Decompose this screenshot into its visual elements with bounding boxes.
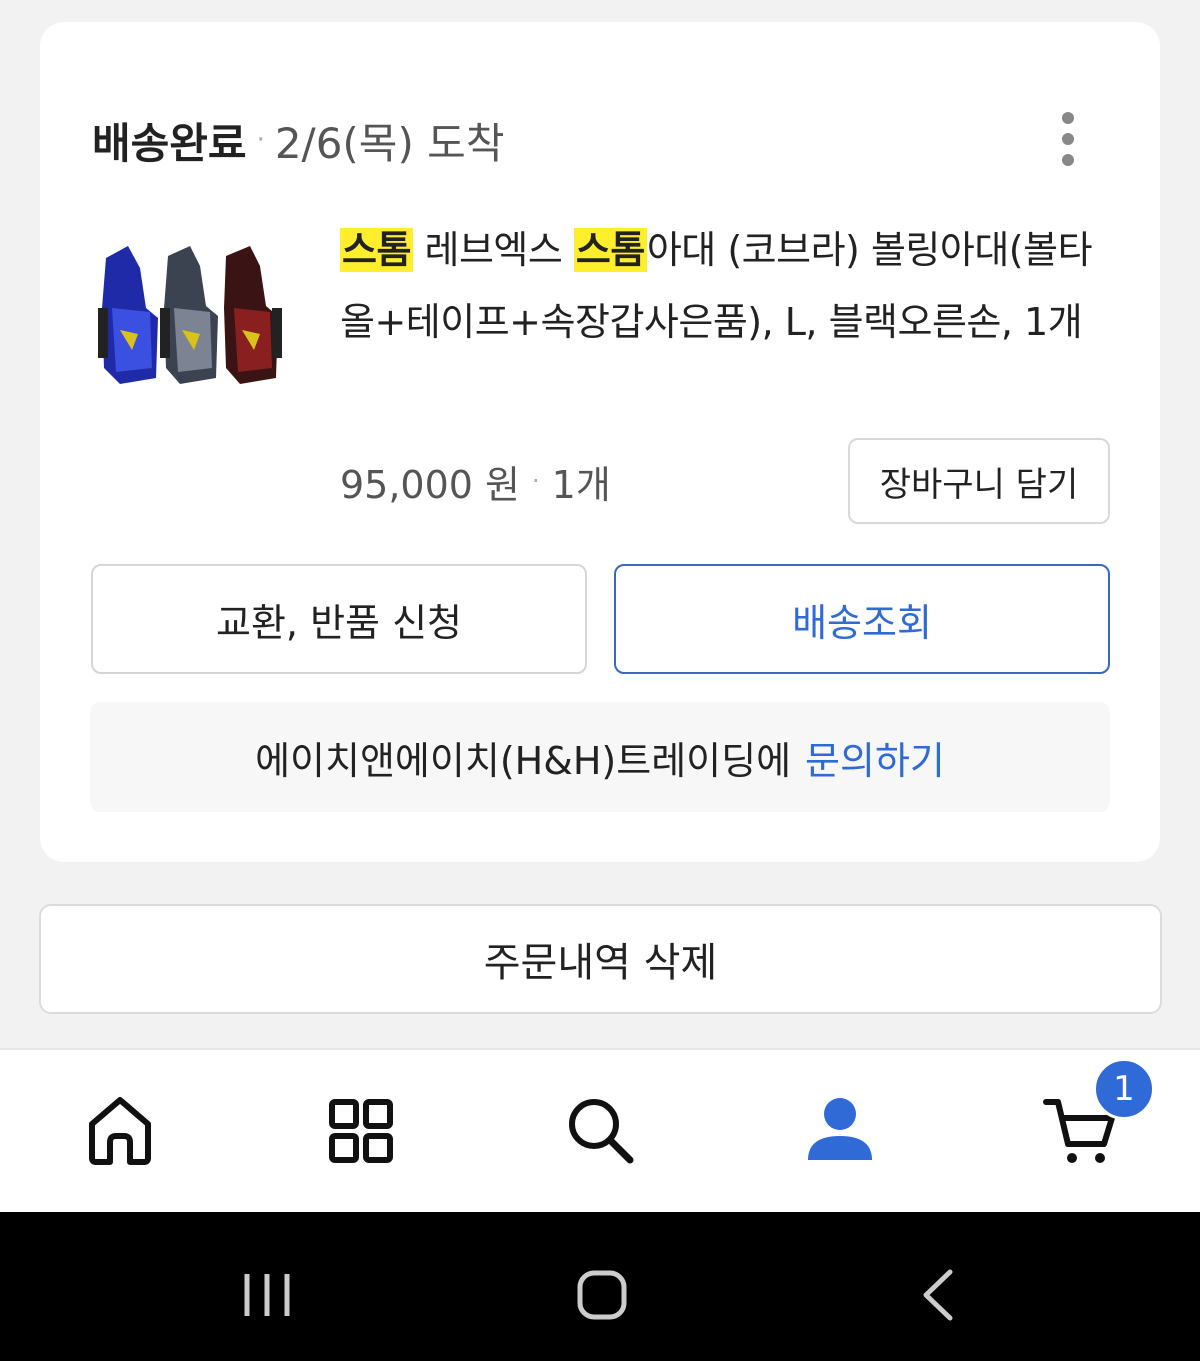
category-grid-icon[interactable] [320,1090,400,1170]
price-separator: · [532,467,540,495]
wrist-support-blue [98,246,158,384]
home-button-icon[interactable] [567,1260,637,1330]
delete-order-button[interactable]: 주문내역 삭제 [39,904,1162,1014]
track-delivery-button[interactable]: 배송조회 [614,564,1110,674]
inquiry-link[interactable]: 문의하기 [805,730,945,785]
recent-apps-icon[interactable] [232,1260,302,1330]
highlight-keyword: 스톰 [573,228,647,272]
cart-count-badge: 1 [1093,1058,1155,1120]
delivery-status: 배송완료 [92,118,247,168]
price: 95,000 원 [340,462,521,507]
exchange-return-button[interactable]: 교환, 반품 신청 [91,564,587,674]
seller-inquiry[interactable]: 에이치앤에이치(H&H)트레이딩에 문의하기 [90,702,1110,812]
system-navigation-bar [0,1212,1200,1361]
home-icon[interactable] [80,1090,160,1170]
price-row: 95,000 원 · 1개 [340,454,611,508]
product-image[interactable] [94,238,290,398]
more-vertical-icon[interactable] [1056,112,1080,166]
arrival-date: 2/6(목) 도착 [274,118,505,168]
wrist-support-silver [160,246,218,384]
highlight-keyword: 스톰 [340,228,413,272]
search-icon[interactable] [560,1090,640,1170]
add-to-cart-button[interactable]: 장바구니 담기 [848,438,1110,524]
product-title[interactable]: 스톰 레브엑스 스톰아대 (코브라) 볼링아대(볼타올+테이프+속장갑사은품),… [340,214,1110,358]
status-separator: · [256,125,265,155]
quantity: 1개 [551,462,611,507]
back-icon[interactable] [904,1260,974,1330]
bottom-nav [0,1048,1200,1212]
my-page-person-icon[interactable] [800,1090,880,1170]
order-status-row: 배송완료 · 2/6(목) 도착 [92,110,504,170]
seller-name: 에이치앤에이치(H&H)트레이딩에 [255,738,792,783]
wrist-support-red [224,246,282,384]
title-text: 레브엑스 [412,228,574,272]
